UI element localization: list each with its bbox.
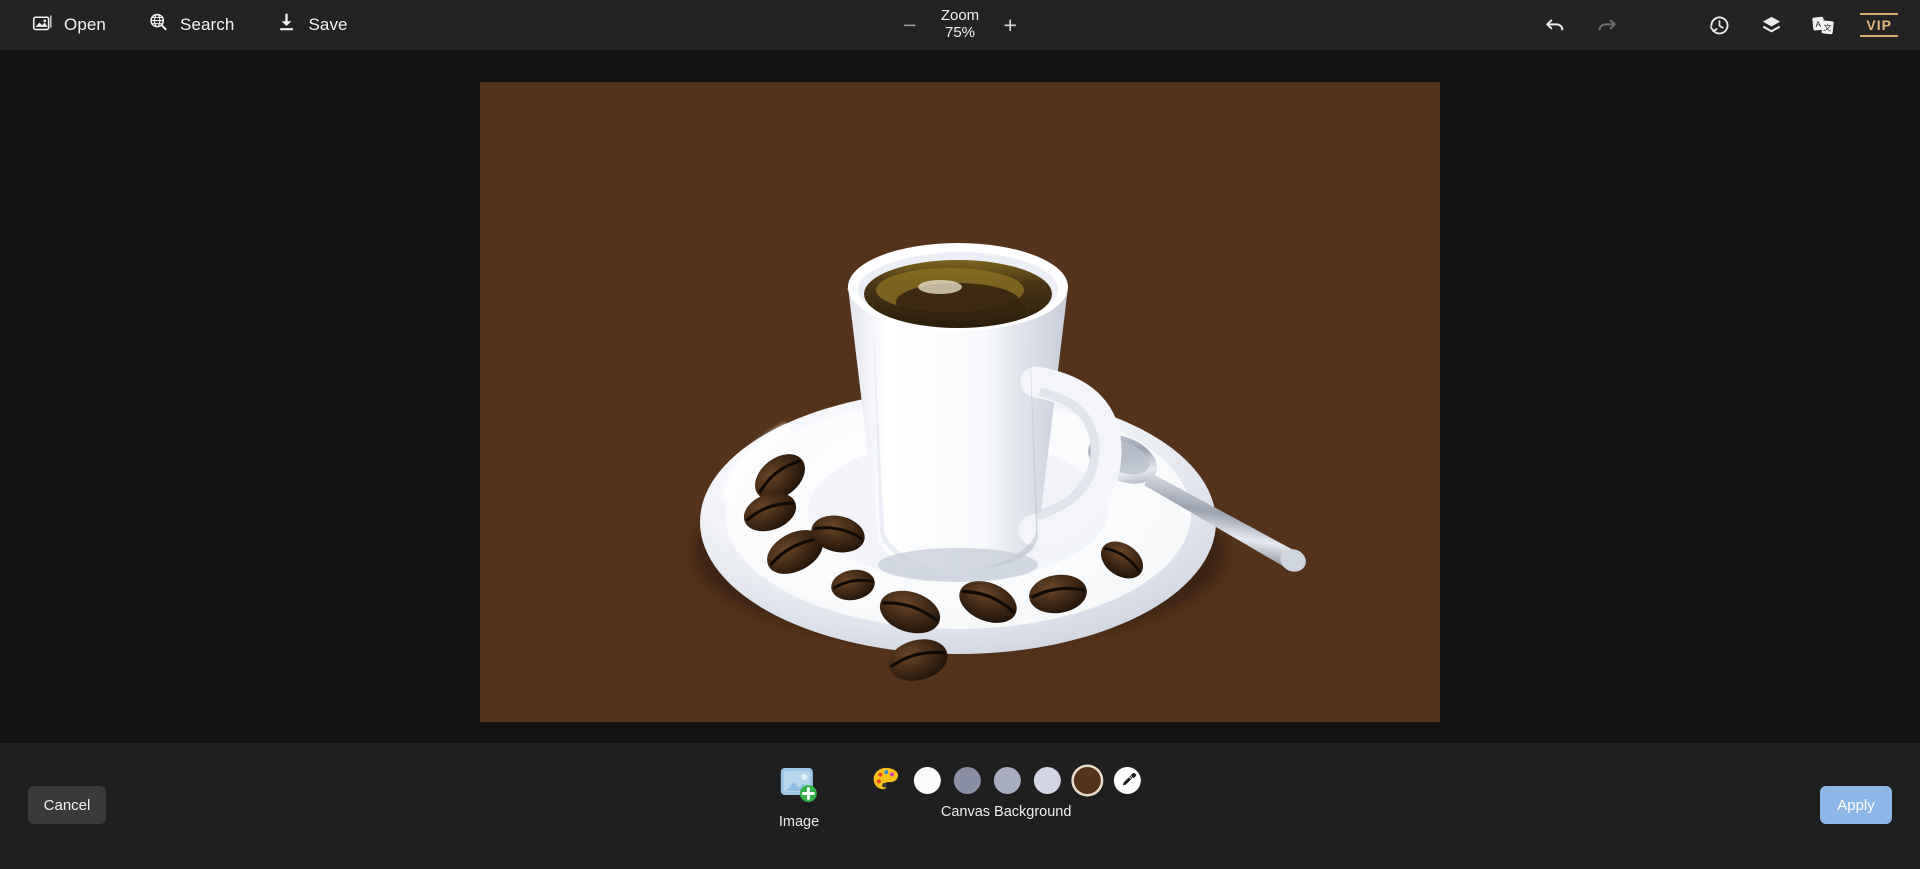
- zoom-percent: 75%: [944, 24, 976, 41]
- top-toolbar: Open Search Save − Zoom 75% + A 文 VIP: [0, 0, 1920, 50]
- coffee-cup-photo: [695, 243, 1306, 681]
- zoom-controls: − Zoom 75% +: [897, 0, 1023, 50]
- zoom-label: Zoom: [940, 7, 980, 25]
- bottom-tools: Image Canvas Background: [779, 743, 1142, 869]
- swatch-pale-lavender[interactable]: [1034, 766, 1062, 794]
- image-canvas[interactable]: [480, 82, 1440, 722]
- zoom-out-button[interactable]: −: [897, 12, 923, 38]
- toolbar-left-group: Open Search Save: [0, 8, 354, 42]
- vip-badge[interactable]: VIP: [1860, 13, 1898, 37]
- search-button[interactable]: Search: [142, 8, 240, 42]
- swatch-row: [871, 765, 1142, 795]
- save-label: Save: [308, 15, 348, 34]
- download-save-icon: [276, 12, 297, 38]
- history-button[interactable]: [1704, 10, 1734, 40]
- open-button[interactable]: Open: [26, 8, 112, 42]
- apply-button[interactable]: Apply: [1820, 786, 1892, 824]
- image-caption: Image: [778, 814, 820, 830]
- image-tool-group: Image: [779, 765, 819, 830]
- image-editor-window: Open Search Save − Zoom 75% + A 文 VIP Ca…: [0, 0, 1920, 869]
- globe-search-icon: [148, 12, 169, 38]
- save-button[interactable]: Save: [270, 8, 353, 42]
- layers-button[interactable]: [1756, 10, 1786, 40]
- swatch-brown[interactable]: [1074, 766, 1102, 794]
- translate-button[interactable]: A 文: [1808, 10, 1838, 40]
- search-label: Search: [180, 15, 235, 34]
- cancel-button[interactable]: Cancel: [28, 786, 106, 824]
- zoom-in-button[interactable]: +: [997, 12, 1023, 38]
- zoom-readout: Zoom 75%: [940, 7, 980, 42]
- add-image-button[interactable]: [779, 765, 819, 805]
- color-palette-icon[interactable]: [871, 765, 901, 795]
- canvas-workspace: [0, 50, 1920, 743]
- image-open-icon: [32, 12, 53, 38]
- canvas-background-group: Canvas Background: [871, 765, 1142, 820]
- canvas-background-caption: Canvas Background: [940, 804, 1072, 820]
- swatch-white[interactable]: [914, 766, 942, 794]
- swatch-slate-gray[interactable]: [954, 766, 982, 794]
- eyedropper-button[interactable]: [1114, 766, 1142, 794]
- bottom-action-bar: Cancel Image Canvas Background Apply: [0, 743, 1920, 869]
- undo-button[interactable]: [1540, 10, 1570, 40]
- redo-button[interactable]: [1592, 10, 1622, 40]
- swatch-light-slate[interactable]: [994, 766, 1022, 794]
- toolbar-right-group: A 文 VIP: [1540, 0, 1898, 50]
- open-label: Open: [64, 15, 106, 34]
